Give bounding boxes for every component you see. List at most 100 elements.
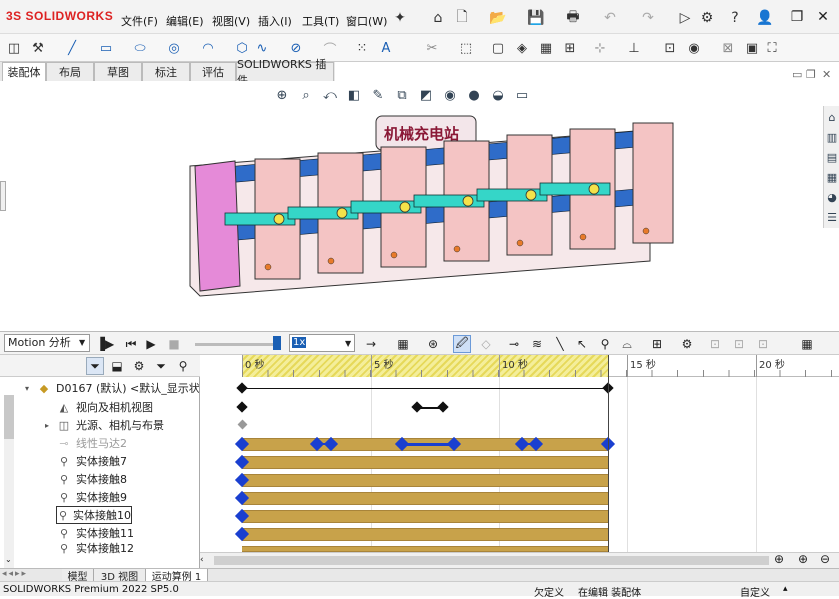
rectangle-icon[interactable]: ▭	[96, 39, 116, 57]
chevron-right-icon[interactable]: ▸	[42, 418, 52, 432]
arc-icon[interactable]: ◠	[198, 39, 218, 57]
viewport-restore-icon[interactable]: ❐	[806, 68, 816, 81]
autokey-icon[interactable]: 🖉	[453, 335, 471, 353]
zoom-area-icon[interactable]: ⌕	[296, 86, 316, 104]
window-close-icon[interactable]: ✕	[812, 6, 834, 28]
previous-view-icon[interactable]: ⤺	[320, 86, 340, 104]
tab-sketch[interactable]: 草图	[94, 62, 142, 81]
menu-edit[interactable]: 编辑(E)	[166, 13, 204, 29]
tree-scrollbar-thumb[interactable]	[4, 395, 14, 439]
chevron-down-icon[interactable]: ▼	[345, 339, 351, 348]
contact-bar[interactable]	[242, 492, 608, 505]
print-icon[interactable]: 🖶	[563, 8, 583, 28]
rapid-sketch-icon[interactable]: ◉	[684, 39, 704, 57]
tab-markup[interactable]: 标注	[142, 62, 190, 81]
tree-item[interactable]: ⚲ 实体接触11	[56, 524, 199, 542]
move-entity-icon[interactable]: ⊞	[560, 39, 580, 57]
tree-item[interactable]: ⚲ 实体接触9	[56, 488, 199, 506]
user-icon[interactable]: 👤	[755, 8, 775, 28]
ellipse-icon[interactable]: ⊘	[286, 39, 306, 57]
repair-sketch-icon[interactable]: ⊥	[624, 39, 644, 57]
slot-icon[interactable]: ⬭	[130, 39, 150, 57]
undo-icon[interactable]: ↶	[600, 8, 620, 28]
mate-icon[interactable]: ⚒	[28, 39, 48, 57]
redo-icon[interactable]: ↷	[638, 8, 658, 28]
circle-icon[interactable]: ◎	[164, 39, 184, 57]
filter-driving-icon[interactable]: ⚙	[130, 357, 148, 375]
dynamic-annotation-icon[interactable]: ✎	[368, 86, 388, 104]
tree-item[interactable]: ⚲ 实体接触8	[56, 470, 199, 488]
spring-icon[interactable]: ≋	[528, 335, 546, 353]
trim-icon[interactable]: ✂	[422, 39, 442, 57]
chevron-down-icon[interactable]: ⌄	[5, 555, 12, 564]
home-icon[interactable]: ⌂	[428, 8, 448, 28]
polygon-icon[interactable]: ⬡	[232, 39, 252, 57]
spline-icon[interactable]: ∿	[252, 39, 272, 57]
time-bar[interactable]	[608, 355, 609, 568]
tab-scroll-arrows[interactable]: ◂◂▸▸	[2, 569, 28, 579]
chevron-left-icon[interactable]: ‹	[200, 555, 210, 565]
damper-icon[interactable]: ╲	[551, 335, 569, 353]
tree-options-icon[interactable]: ⊡	[754, 335, 772, 353]
resources-icon[interactable]: ⌂	[824, 108, 839, 126]
help-icon[interactable]: ?	[725, 8, 745, 28]
play-from-start-icon[interactable]: ⏮	[122, 335, 140, 353]
study-type-select[interactable]: Motion 分析	[4, 334, 90, 352]
linear-pattern-icon[interactable]: ▦	[536, 39, 556, 57]
motion-panel-icon[interactable]: ▦	[798, 335, 816, 353]
timeline-hscroll-thumb[interactable]	[214, 556, 769, 565]
view-settings-icon[interactable]: ▭	[512, 86, 532, 104]
menu-window[interactable]: 窗口(W)	[346, 13, 387, 29]
tab-evaluate[interactable]: 评估	[190, 62, 236, 81]
quick-snaps-icon[interactable]: ⊡	[660, 39, 680, 57]
chevron-down-icon[interactable]: ▼	[79, 338, 85, 347]
point-icon[interactable]: ⁙	[352, 39, 372, 57]
stop-icon[interactable]: ■	[165, 335, 183, 353]
animation-wizard-icon[interactable]: ⊛	[424, 335, 442, 353]
hide-show-icon[interactable]: ◉	[440, 86, 460, 104]
display-relations-icon[interactable]: ⊹	[590, 39, 610, 57]
fillet-icon[interactable]: ⌒	[320, 39, 340, 58]
contact-bar[interactable]	[242, 456, 608, 469]
zoom-in-icon[interactable]: ⊕	[798, 552, 808, 566]
tree-item[interactable]: ⊸ 线性马达2	[56, 434, 199, 452]
zoom-to-fit-icon[interactable]: ⊕	[774, 552, 784, 566]
appearances-icon[interactable]: ◕	[824, 188, 839, 206]
graphics-area[interactable]: ▭ ❐ ✕ 机械充电站	[0, 68, 831, 331]
custom-properties-icon[interactable]: ☰	[824, 208, 839, 226]
menu-tools[interactable]: 工具(T)	[302, 13, 339, 29]
contact-bar[interactable]	[242, 510, 608, 523]
chevron-down-icon[interactable]: ▾	[22, 381, 32, 395]
add-key-icon[interactable]: ◇	[477, 335, 495, 353]
status-units[interactable]: 自定义	[740, 584, 770, 599]
motion-study-properties-icon[interactable]: ⚙	[678, 335, 696, 353]
contact-bar[interactable]	[242, 474, 608, 487]
line-icon[interactable]: ╱	[62, 39, 82, 57]
mirror-icon[interactable]: ◈	[512, 39, 532, 57]
save-animation-icon[interactable]: ▦	[394, 335, 412, 353]
new-doc-icon[interactable]: 🗋	[452, 8, 472, 28]
options-icon[interactable]: ⚙	[697, 8, 717, 28]
instant2d-icon[interactable]: ⊠	[718, 39, 738, 57]
chevron-up-icon[interactable]: ▴	[783, 584, 788, 594]
viewport-close-icon[interactable]: ✕	[822, 68, 831, 81]
results-icon[interactable]: ⊞	[648, 335, 666, 353]
contact-icon[interactable]: ⚲	[596, 335, 614, 353]
design-library-icon[interactable]: ▥	[824, 128, 839, 146]
zoom-out-icon[interactable]: ⊖	[820, 552, 830, 566]
timeline-hscroll[interactable]: ‹ ⊕ ⊕ ⊖	[200, 552, 839, 568]
tree-item[interactable]: ⚲ 实体接触7	[56, 452, 199, 470]
collapse-icon[interactable]: ⊡	[706, 335, 724, 353]
motor-icon[interactable]: ⊸	[505, 335, 523, 353]
select-icon[interactable]: ▷	[675, 8, 695, 28]
pin-icon[interactable]: ✦	[390, 8, 410, 28]
tree-item[interactable]: ◭ 视向及相机视图	[56, 398, 199, 416]
menu-insert[interactable]: 插入(I)	[258, 13, 292, 29]
panel-expander-icon[interactable]	[0, 181, 6, 211]
tree-scrollbar[interactable]: ⌄	[4, 395, 14, 568]
insert-component-icon[interactable]: ◫	[4, 39, 24, 57]
zoom-to-fit-icon[interactable]: ⊕	[272, 86, 292, 104]
tab-assembly[interactable]: 装配体	[2, 62, 46, 81]
filter-icon[interactable]: ⏷	[86, 357, 104, 375]
apply-scene-icon[interactable]: ◒	[488, 86, 508, 104]
